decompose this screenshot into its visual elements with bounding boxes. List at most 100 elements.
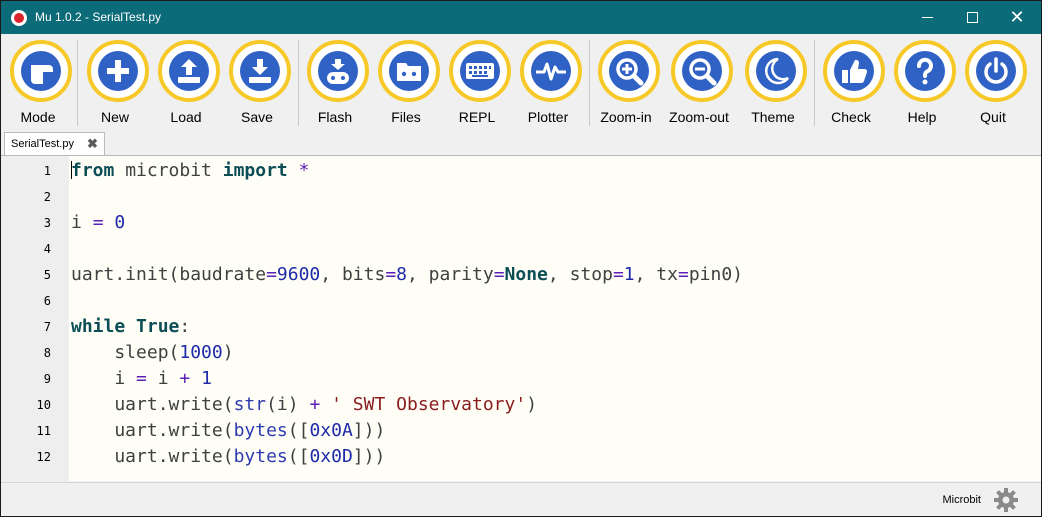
upload-icon — [169, 51, 209, 91]
maximize-icon — [967, 12, 978, 23]
files-label: Files — [391, 109, 421, 125]
code-line: 12 uart.write(bytes([0x0D])) — [1, 444, 1041, 470]
microbit-flash-icon — [318, 51, 358, 91]
minimize-icon — [922, 17, 933, 18]
zoom-in-icon — [609, 51, 649, 91]
minimize-button[interactable] — [905, 1, 951, 34]
files-button[interactable]: Files — [375, 40, 443, 130]
mode-button-ring — [10, 40, 72, 102]
load-label: Load — [170, 109, 202, 125]
save-button[interactable]: Save — [226, 40, 294, 130]
mu-logo-icon — [11, 10, 27, 26]
line-number: 6 — [43, 294, 51, 308]
zoom-in-button[interactable]: Zoom-in — [595, 40, 663, 130]
code-text: i = i + 1 — [71, 368, 212, 389]
code-line: 1 from microbit import * — [1, 158, 1041, 184]
code-editor[interactable]: 1 from microbit import * 2 3 i = 0 4 5 u… — [1, 156, 1041, 481]
code-lines: 1 from microbit import * 2 3 i = 0 4 5 u… — [1, 158, 1041, 470]
save-button-ring — [229, 40, 291, 102]
quit-label: Quit — [980, 109, 1006, 125]
flash-label: Flash — [317, 109, 353, 125]
load-button[interactable]: Load — [155, 40, 223, 130]
code-text: uart.init(baudrate=9600, bits=8, parity=… — [71, 264, 744, 285]
code-text: uart.write(bytes([0x0D])) — [71, 446, 386, 467]
microbit-files-icon — [389, 51, 429, 91]
code-text: while True: — [71, 316, 191, 337]
zoom-in-label: Zoom-in — [600, 109, 652, 125]
theme-button-ring — [745, 40, 807, 102]
line-number: 10 — [36, 398, 51, 412]
question-icon — [905, 51, 945, 91]
tab-serialtest[interactable]: SerialTest.py ✖ — [4, 132, 105, 155]
line-number: 1 — [43, 164, 51, 178]
help-button[interactable]: Help — [891, 40, 959, 130]
code-line: 2 — [1, 184, 1041, 210]
code-line: 7 while True: — [1, 314, 1041, 340]
quit-button[interactable]: Quit — [962, 40, 1030, 130]
theme-label: Theme — [751, 109, 795, 125]
check-label: Check — [831, 109, 871, 125]
line-number: 7 — [43, 320, 51, 334]
code-line: 4 — [1, 236, 1041, 262]
help-label: Help — [907, 109, 937, 125]
files-button-ring — [378, 40, 440, 102]
new-label: New — [100, 109, 129, 125]
repl-button[interactable]: REPL — [446, 40, 514, 130]
line-number: 9 — [43, 372, 51, 386]
plus-icon — [98, 51, 138, 91]
code-line: 5 uart.init(baudrate=9600, bits=8, parit… — [1, 262, 1041, 288]
code-text: from microbit import * — [71, 160, 310, 181]
code-line: 9 i = i + 1 — [1, 366, 1041, 392]
moon-icon — [756, 51, 796, 91]
new-button[interactable]: New — [84, 40, 152, 130]
check-button-ring — [823, 40, 885, 102]
flash-button-ring — [307, 40, 369, 102]
code-line: 8 sleep(1000) — [1, 340, 1041, 366]
code-text: uart.write(str(i) + ' SWT Observatory') — [71, 394, 538, 415]
code-line: 11 uart.write(bytes([0x0A])) — [1, 418, 1041, 444]
load-button-ring — [158, 40, 220, 102]
download-icon — [240, 51, 280, 91]
line-number: 12 — [36, 450, 51, 464]
flash-button[interactable]: Flash — [304, 40, 372, 130]
mode-button[interactable]: Mode — [7, 40, 75, 130]
plotter-button-ring — [520, 40, 582, 102]
line-number: 5 — [43, 268, 51, 282]
line-number: 4 — [43, 242, 51, 256]
toolbar: Mode New Load Save Flash Files REPL Plot… — [1, 34, 1041, 130]
thumbs-up-icon — [834, 51, 874, 91]
check-button[interactable]: Check — [820, 40, 888, 130]
title-bar[interactable]: Mu 1.0.2 - SerialTest.py ✕ — [1, 1, 1041, 34]
keyboard-icon — [460, 51, 500, 91]
line-number: 3 — [43, 216, 51, 230]
quit-button-ring — [965, 40, 1027, 102]
status-bar: Microbit — [1, 482, 1041, 516]
window-title: Mu 1.0.2 - SerialTest.py — [35, 10, 162, 24]
zoom-out-label: Zoom-out — [669, 109, 729, 125]
zoom-out-icon — [682, 51, 722, 91]
theme-button[interactable]: Theme — [742, 40, 810, 130]
mode-label: Mode — [20, 109, 56, 125]
zoom-out-button[interactable]: Zoom-out — [668, 40, 736, 130]
code-text: i = 0 — [71, 212, 126, 233]
repl-button-ring — [449, 40, 511, 102]
tab-label: SerialTest.py — [11, 138, 74, 150]
help-button-ring — [894, 40, 956, 102]
current-mode-label: Microbit — [942, 494, 981, 506]
code-line: 6 — [1, 288, 1041, 314]
pulse-icon — [531, 51, 571, 91]
zoom-out-button-ring — [671, 40, 733, 102]
code-line: 10 uart.write(str(i) + ' SWT Observatory… — [1, 392, 1041, 418]
close-tab-icon[interactable]: ✖ — [87, 136, 98, 152]
line-number: 2 — [43, 190, 51, 204]
maximize-button[interactable] — [949, 1, 995, 34]
plotter-button[interactable]: Plotter — [517, 40, 585, 130]
close-icon: ✕ — [1009, 7, 1025, 27]
new-button-ring — [87, 40, 149, 102]
tab-bar: SerialTest.py ✖ — [1, 130, 1041, 156]
gear-icon[interactable] — [993, 487, 1019, 513]
repl-label: REPL — [458, 109, 496, 125]
code-text: sleep(1000) — [71, 342, 234, 363]
close-window-button[interactable]: ✕ — [994, 1, 1040, 34]
mode-icon — [21, 51, 61, 91]
